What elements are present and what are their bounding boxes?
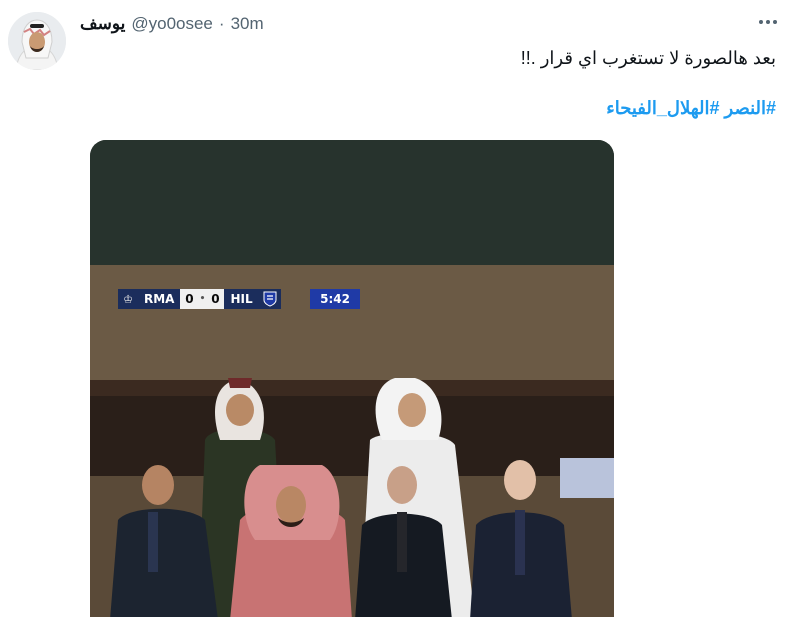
media-scene [90,140,614,617]
tweet-card: يوسف @yo0osee · 30m بعد هالصورة لا تستغر… [0,0,800,617]
al-hilal-crest-icon [258,289,281,309]
separator-dot: · [218,14,225,33]
scoreboard: ♔ RMA 0 • 0 HIL 5:42 [118,289,360,309]
author-name[interactable]: يوسف [80,14,125,34]
more-options-icon[interactable] [756,10,780,34]
tweet-text: بعد هالصورة لا تستغرب اي قرار .!! [520,48,776,68]
hashtag-alhilal-alfayha[interactable]: #الهلال_الفيحاء [606,98,719,118]
real-madrid-crest-icon: ♔ [118,289,138,309]
hashtag-line: #النصر #الهلال_الفيحاء [606,98,776,119]
author-handle[interactable]: @yo0osee [131,14,213,34]
away-score: 0 [206,289,225,309]
score-separator-icon: • [198,289,207,309]
home-score: 0 [180,289,199,309]
home-team-label: RMA [138,289,181,309]
tweet-timestamp[interactable]: 30m [231,14,264,34]
tweet-media-image[interactable] [90,140,614,617]
avatar[interactable] [8,12,66,70]
away-team-label: HIL [224,289,259,309]
hashtag-alnassr[interactable]: #النصر [725,98,776,118]
match-clock: 5:42 [310,289,360,309]
tweet-header: يوسف @yo0osee · 30m [80,12,264,36]
